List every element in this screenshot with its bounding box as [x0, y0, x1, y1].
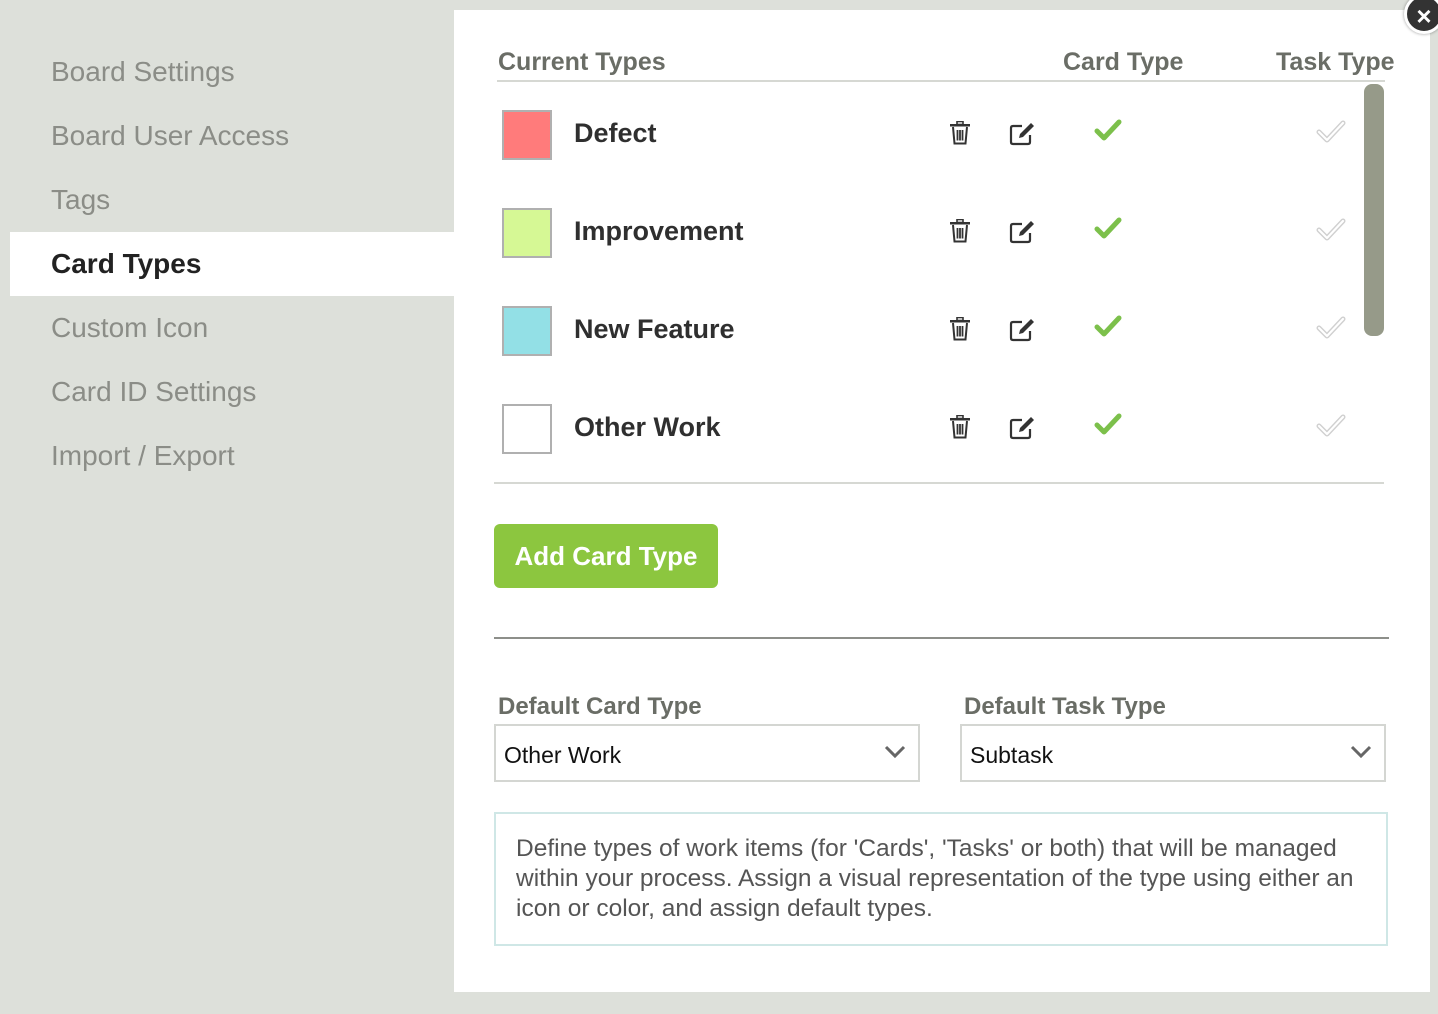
sidebar-item-board-user-access[interactable]: Board User Access [0, 104, 454, 168]
sidebar-item-tags[interactable]: Tags [0, 168, 454, 232]
card-type-row: Defect [494, 84, 1364, 182]
card-type-row: New Feature [494, 280, 1364, 378]
sidebar-item-card-types[interactable]: Card Types [10, 232, 454, 296]
trash-icon[interactable] [949, 120, 971, 150]
card-type-name: New Feature [574, 314, 735, 344]
section-divider [494, 637, 1389, 639]
trash-icon[interactable] [949, 218, 971, 248]
card-type-name: Other Work [574, 412, 721, 442]
edit-icon[interactable] [1009, 219, 1037, 250]
color-swatch[interactable] [502, 404, 552, 454]
color-swatch[interactable] [502, 110, 552, 160]
chevron-down-icon [1350, 745, 1372, 759]
color-swatch[interactable] [502, 306, 552, 356]
settings-sidebar: Board Settings Board User Access Tags Ca… [0, 40, 454, 488]
sidebar-item-custom-icon[interactable]: Custom Icon [0, 296, 454, 360]
default-task-type-value: Subtask [970, 742, 1054, 768]
chevron-down-icon [884, 745, 906, 759]
trash-icon[interactable] [949, 414, 971, 444]
header-divider [497, 80, 1385, 82]
sidebar-item-board-settings[interactable]: Board Settings [0, 40, 454, 104]
checkmark-icon[interactable] [1094, 412, 1122, 441]
edit-icon[interactable] [1009, 317, 1037, 348]
checkmark-outline-icon[interactable] [1316, 216, 1346, 247]
list-scrollbar[interactable] [1364, 84, 1384, 336]
default-card-type-label: Default Card Type [498, 693, 702, 720]
edit-icon[interactable] [1009, 121, 1037, 152]
card-type-row: Improvement [494, 182, 1364, 280]
header-current-types: Current Types [498, 48, 666, 76]
card-type-name: Defect [574, 118, 657, 148]
header-card-type: Card Type [1063, 48, 1184, 76]
header-task-type: Task Type [1276, 48, 1395, 76]
checkmark-icon[interactable] [1094, 314, 1122, 343]
checkmark-outline-icon[interactable] [1316, 314, 1346, 345]
checkmark-outline-icon[interactable] [1316, 118, 1346, 149]
checkmark-icon[interactable] [1094, 216, 1122, 245]
card-types-info: Define types of work items (for 'Cards',… [494, 812, 1388, 946]
default-card-type-select[interactable]: Other Work [494, 724, 920, 782]
sidebar-item-card-id-settings[interactable]: Card ID Settings [0, 360, 454, 424]
checkmark-icon[interactable] [1094, 118, 1122, 147]
color-swatch[interactable] [502, 208, 552, 258]
close-icon: × [1416, 1, 1432, 31]
edit-icon[interactable] [1009, 415, 1037, 446]
trash-icon[interactable] [949, 316, 971, 346]
add-card-type-button[interactable]: Add Card Type [494, 524, 718, 588]
list-bottom-divider [494, 482, 1384, 484]
default-task-type-label: Default Task Type [964, 693, 1166, 720]
sidebar-item-import-export[interactable]: Import / Export [0, 424, 454, 488]
card-type-row: Other Work [494, 378, 1364, 476]
default-task-type-select[interactable]: Subtask [960, 724, 1386, 782]
card-type-name: Improvement [574, 216, 744, 246]
checkmark-outline-icon[interactable] [1316, 412, 1346, 443]
default-card-type-value: Other Work [504, 742, 622, 768]
